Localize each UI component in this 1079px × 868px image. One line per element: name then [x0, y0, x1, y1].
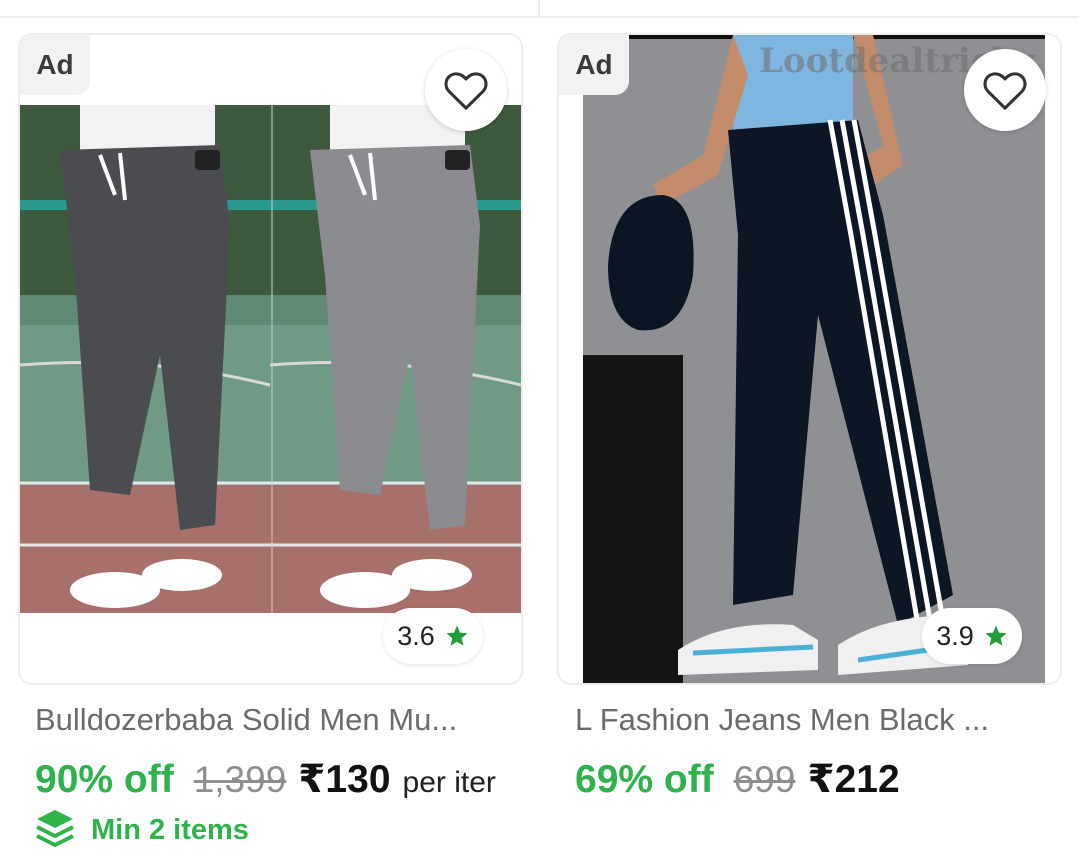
heart-icon: [444, 72, 488, 110]
star-icon: [446, 625, 468, 646]
product-card-2[interactable]: Ad Lootdealtricky 3.9: [557, 33, 1062, 685]
product-image[interactable]: [583, 35, 1045, 683]
top-rule: [0, 16, 1079, 18]
rating-value: 3.9: [936, 620, 974, 651]
discount-label: 69% off: [575, 758, 714, 801]
rating-value: 3.6: [397, 620, 435, 651]
top-divider: [538, 0, 540, 16]
min-items-label: Min 2 items: [91, 813, 249, 846]
wishlist-button[interactable]: [964, 49, 1046, 131]
ad-badge: Ad: [20, 35, 90, 95]
product-title[interactable]: Bulldozerbaba Solid Men Mu...: [35, 702, 535, 738]
product-title[interactable]: L Fashion Jeans Men Black ...: [575, 702, 1075, 738]
product-card-1[interactable]: Ad 3.6: [18, 33, 523, 685]
rating-chip: 3.9: [922, 608, 1022, 664]
heart-icon: [983, 72, 1027, 110]
product-image[interactable]: [20, 105, 521, 613]
selling-price: ₹212: [807, 758, 900, 801]
price-row: 69% off 699 ₹212: [575, 757, 1055, 802]
original-price: 699: [733, 759, 796, 800]
rating-chip: 3.6: [383, 608, 483, 664]
layers-icon: [36, 810, 74, 847]
selling-price: ₹130: [298, 758, 391, 801]
star-icon: [985, 625, 1007, 646]
min-items-row: Min 2 items: [35, 808, 249, 852]
price-row: 90% off 1,399 ₹130 per iter: [35, 757, 525, 802]
original-price: 1,399: [193, 759, 287, 800]
wishlist-button[interactable]: [425, 49, 507, 131]
price-unit: per iter: [402, 766, 496, 799]
discount-label: 90% off: [35, 758, 174, 801]
ad-badge: Ad: [559, 35, 629, 95]
